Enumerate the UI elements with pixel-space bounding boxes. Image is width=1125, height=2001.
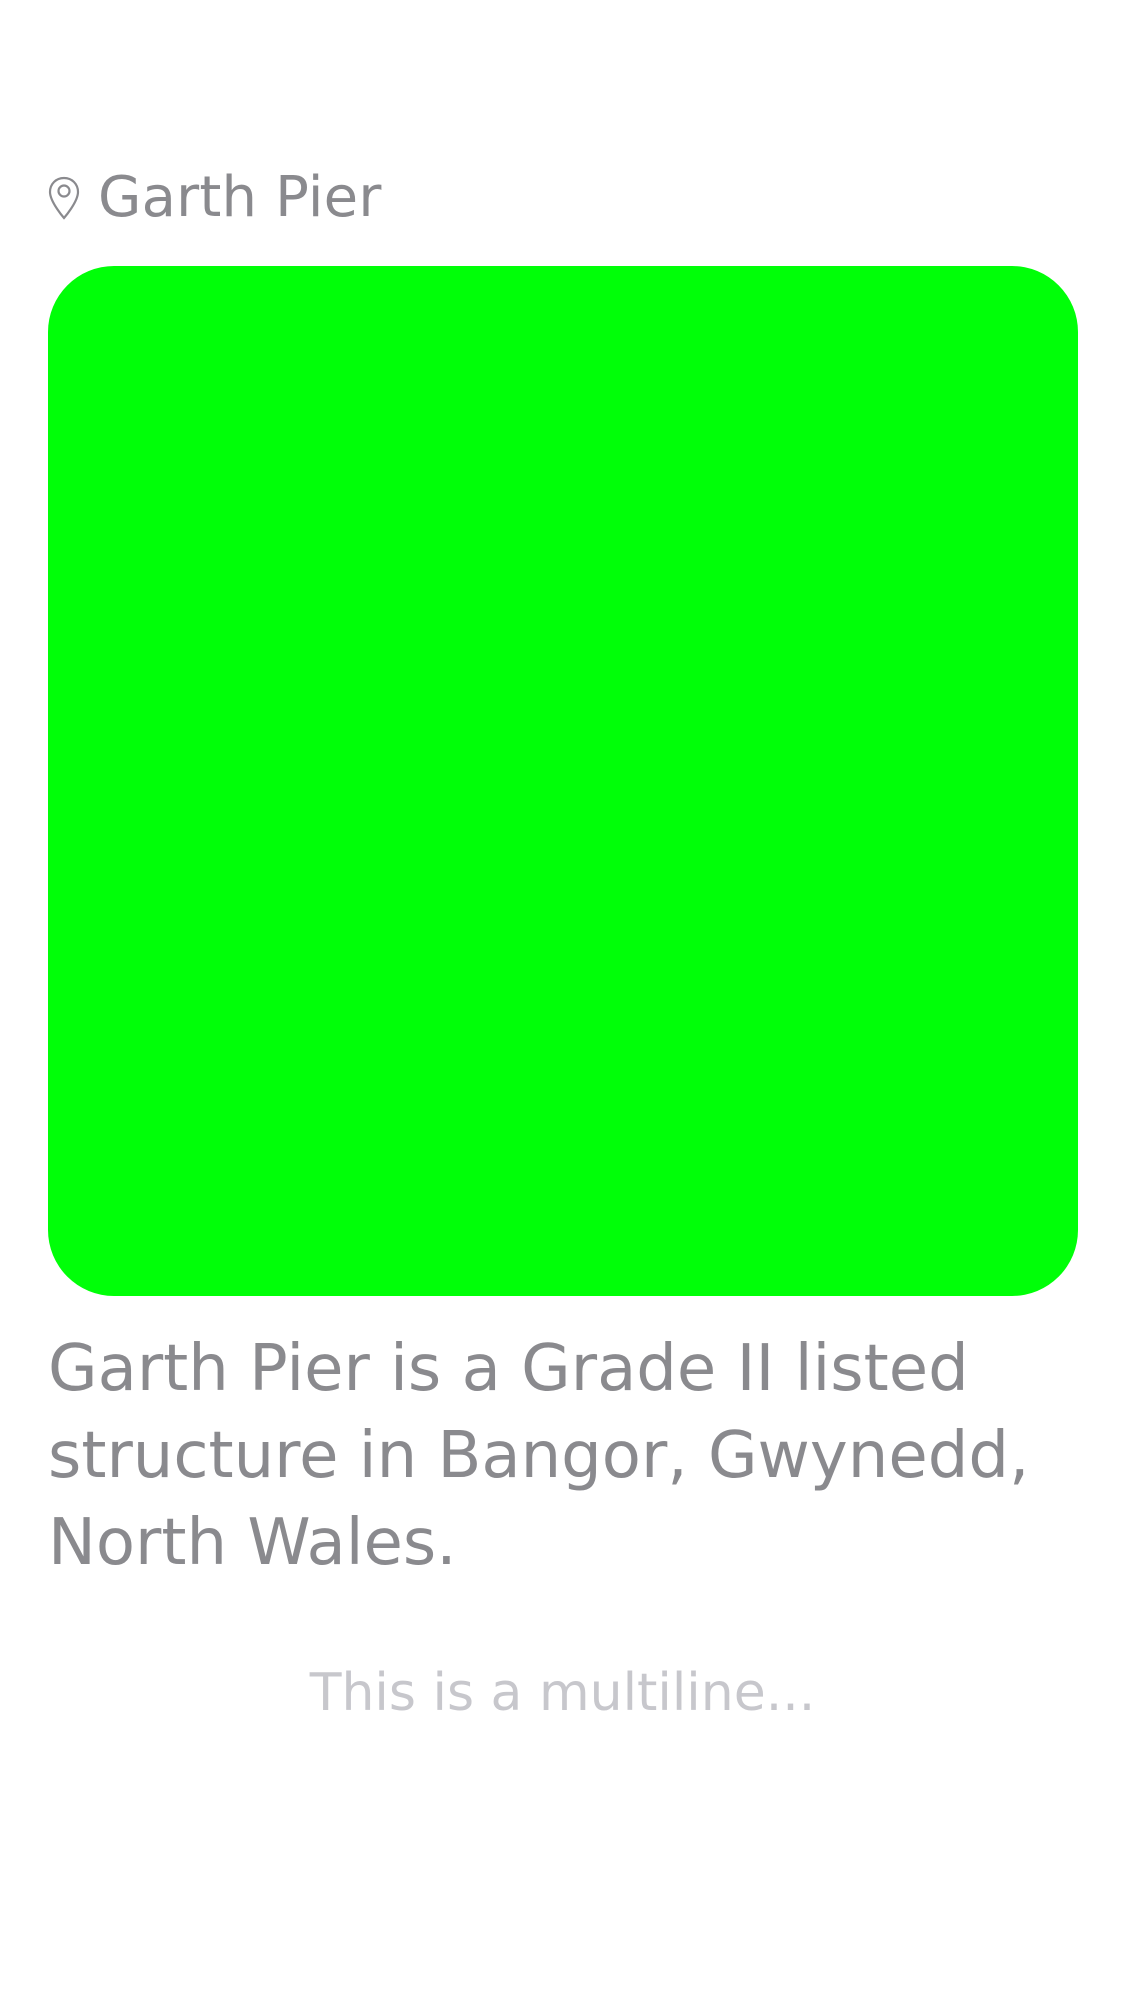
media-image[interactable] — [48, 266, 1078, 1296]
description-text: Garth Pier is a Grade II listed structur… — [48, 1332, 1030, 1580]
multiline-hint-text: This is a multiline... — [309, 1663, 816, 1723]
location-header: Garth Pier — [48, 160, 382, 236]
location-pin-icon — [48, 176, 80, 220]
location-title: Garth Pier — [98, 165, 382, 230]
